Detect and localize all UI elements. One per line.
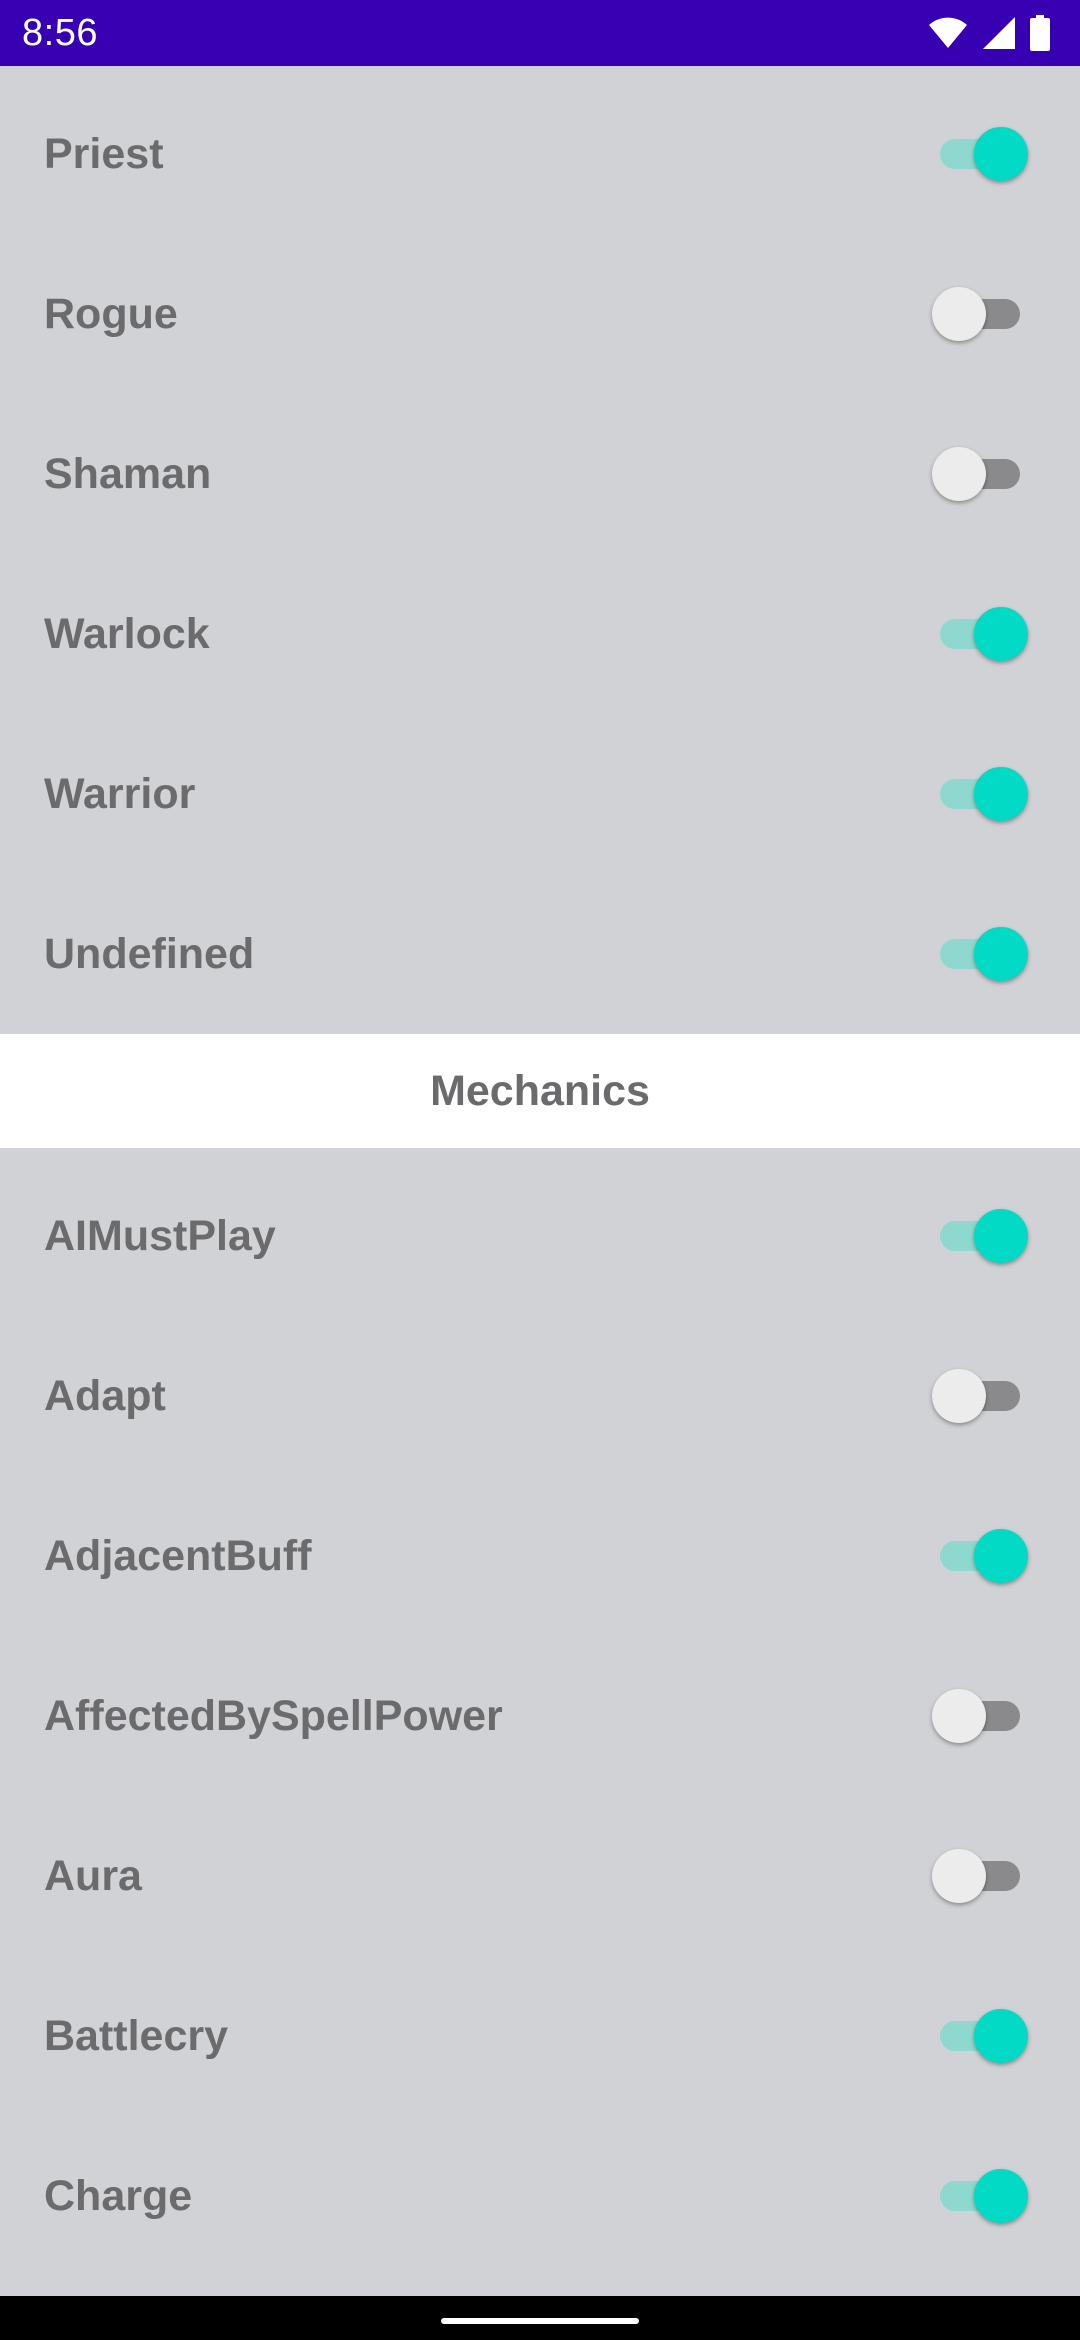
class-toggle-warlock[interactable] bbox=[932, 604, 1028, 664]
mechanic-label-affectedbyspellpower: AffectedBySpellPower bbox=[44, 1692, 503, 1740]
class-label-warlock: Warlock bbox=[44, 610, 210, 658]
toggle-thumb bbox=[974, 1529, 1028, 1583]
settings-list: Priest Rogue Shaman Warlock Warrior Undefined… bbox=[0, 66, 1080, 2296]
mechanic-label-charge: Charge bbox=[44, 2172, 193, 2220]
section-header-mechanics: Mechanics bbox=[0, 1034, 1080, 1148]
class-toggle-warrior[interactable] bbox=[932, 764, 1028, 824]
mechanic-toggle-aimustplay[interactable] bbox=[932, 1206, 1028, 1266]
toggle-thumb bbox=[974, 767, 1028, 821]
mechanics-list: AIMustPlay Adapt AdjacentBuff AffectedBySpe… bbox=[0, 1148, 1080, 2276]
class-row-warrior[interactable]: Warrior bbox=[0, 714, 1080, 874]
classes-list: Priest Rogue Shaman Warlock Warrior Undefined bbox=[0, 66, 1080, 1034]
wifi-icon bbox=[928, 16, 968, 50]
toggle-thumb bbox=[974, 127, 1028, 181]
mechanic-toggle-adapt[interactable] bbox=[932, 1366, 1028, 1426]
toggle-thumb bbox=[932, 1689, 986, 1743]
mechanic-row-adjacentbuff[interactable]: AdjacentBuff bbox=[0, 1476, 1080, 1636]
mechanic-toggle-adjacentbuff[interactable] bbox=[932, 1526, 1028, 1586]
mechanic-label-aura: Aura bbox=[44, 1852, 142, 1900]
class-label-priest: Priest bbox=[44, 130, 164, 178]
mechanic-row-affectedbyspellpower[interactable]: AffectedBySpellPower bbox=[0, 1636, 1080, 1796]
mechanic-row-aimustplay[interactable]: AIMustPlay bbox=[0, 1156, 1080, 1316]
mechanic-row-charge[interactable]: Charge bbox=[0, 2116, 1080, 2276]
toggle-thumb bbox=[932, 287, 986, 341]
toggle-thumb bbox=[974, 2169, 1028, 2223]
mechanic-toggle-affectedbyspellpower[interactable] bbox=[932, 1686, 1028, 1746]
class-toggle-rogue[interactable] bbox=[932, 284, 1028, 344]
toggle-thumb bbox=[932, 1849, 986, 1903]
toggle-thumb bbox=[974, 607, 1028, 661]
class-label-rogue: Rogue bbox=[44, 290, 178, 338]
class-row-undefined[interactable]: Undefined bbox=[0, 874, 1080, 1034]
toggle-thumb bbox=[974, 927, 1028, 981]
class-toggle-shaman[interactable] bbox=[932, 444, 1028, 504]
mechanic-toggle-battlecry[interactable] bbox=[932, 2006, 1028, 2066]
mechanic-row-battlecry[interactable]: Battlecry bbox=[0, 1956, 1080, 2116]
mechanic-label-adapt: Adapt bbox=[44, 1372, 166, 1420]
mechanic-label-adjacentbuff: AdjacentBuff bbox=[44, 1532, 312, 1580]
mechanic-toggle-charge[interactable] bbox=[932, 2166, 1028, 2226]
toggle-thumb bbox=[932, 447, 986, 501]
class-row-warlock[interactable]: Warlock bbox=[0, 554, 1080, 714]
navigation-bar bbox=[0, 2296, 1080, 2340]
class-row-shaman[interactable]: Shaman bbox=[0, 394, 1080, 554]
status-time: 8:56 bbox=[22, 12, 98, 54]
battery-icon bbox=[1030, 15, 1050, 51]
status-icons bbox=[928, 14, 1050, 52]
mechanic-row-adapt[interactable]: Adapt bbox=[0, 1316, 1080, 1476]
class-toggle-priest[interactable] bbox=[932, 124, 1028, 184]
mechanic-row-aura[interactable]: Aura bbox=[0, 1796, 1080, 1956]
toggle-thumb bbox=[932, 1369, 986, 1423]
class-row-rogue[interactable]: Rogue bbox=[0, 234, 1080, 394]
home-gesture-handle[interactable] bbox=[441, 2318, 639, 2324]
class-label-undefined: Undefined bbox=[44, 930, 255, 978]
mechanic-label-battlecry: Battlecry bbox=[44, 2012, 229, 2060]
cell-signal-icon bbox=[982, 16, 1016, 50]
mechanic-toggle-aura[interactable] bbox=[932, 1846, 1028, 1906]
toggle-thumb bbox=[974, 1209, 1028, 1263]
class-label-warrior: Warrior bbox=[44, 770, 196, 818]
mechanic-label-aimustplay: AIMustPlay bbox=[44, 1212, 276, 1260]
class-toggle-undefined[interactable] bbox=[932, 924, 1028, 984]
status-bar: 8:56 bbox=[0, 0, 1080, 66]
class-row-priest[interactable]: Priest bbox=[0, 74, 1080, 234]
class-label-shaman: Shaman bbox=[44, 450, 212, 498]
toggle-thumb bbox=[974, 2009, 1028, 2063]
